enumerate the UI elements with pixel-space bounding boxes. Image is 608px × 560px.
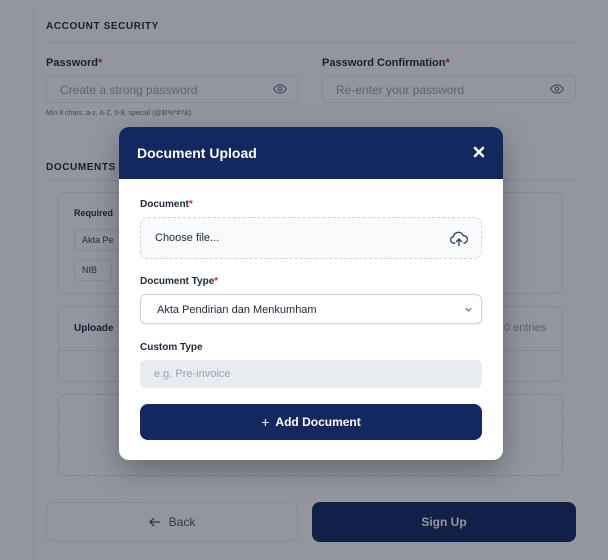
document-type-select[interactable]: Akta Pendirian dan Menkumham <box>140 294 482 324</box>
custom-type-placeholder: e.g. Pre-invoice <box>154 368 231 380</box>
custom-type-input[interactable]: e.g. Pre-invoice <box>140 360 482 388</box>
document-type-value: Akta Pendirian dan Menkumham <box>157 304 317 316</box>
file-placeholder: Choose file... <box>155 232 220 244</box>
close-icon[interactable] <box>471 144 487 160</box>
chevron-down-icon <box>465 307 472 312</box>
cloud-upload-icon <box>450 231 469 247</box>
file-picker[interactable]: Choose file... <box>140 217 482 259</box>
modal-header: Document Upload <box>119 127 503 179</box>
document-label: Document* <box>140 199 193 210</box>
modal-title: Document Upload <box>137 145 257 161</box>
add-document-button[interactable]: + Add Document <box>140 404 482 440</box>
document-upload-modal: Document Upload Document* Choose file...… <box>119 127 503 460</box>
add-document-label: Add Document <box>275 415 361 429</box>
plus-icon: + <box>261 414 270 430</box>
document-type-label: Document Type* <box>140 276 219 287</box>
custom-type-label: Custom Type <box>140 342 203 353</box>
registration-page: ACCOUNT SECURITY Password* Create a stro… <box>0 0 608 560</box>
